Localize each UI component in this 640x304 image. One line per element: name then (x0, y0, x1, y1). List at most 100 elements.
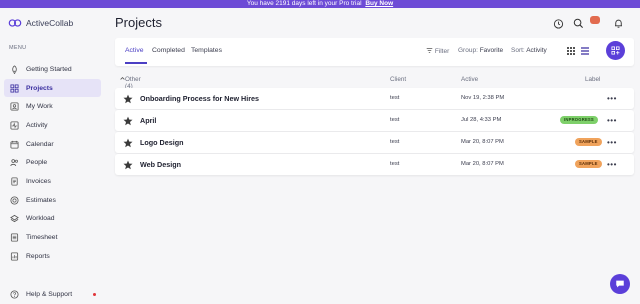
sidebar-item-label: Estimates (26, 196, 56, 204)
project-label-badge[interactable]: SAMPLE (575, 138, 602, 146)
chat-button[interactable] (610, 274, 630, 294)
table-row[interactable]: Logo Design test Mar 20, 8:07 PM SAMPLE … (115, 132, 634, 153)
tab-templates[interactable]: Templates (191, 47, 222, 54)
sidebar-item-label: Projects (26, 84, 53, 92)
calendar-icon (10, 140, 19, 149)
sidebar-item-label: People (26, 159, 48, 167)
project-label-badge[interactable]: INPROGRESS (560, 116, 598, 124)
star-icon[interactable] (123, 116, 133, 126)
sidebar-item-reports[interactable]: Reports (4, 247, 101, 266)
chat-icon (616, 280, 624, 288)
group-label: Group: (458, 47, 478, 54)
group-by-selector[interactable]: Group: Favorite (458, 47, 503, 54)
sort-value: Activity (526, 47, 547, 54)
help-support-label: Help & Support (26, 291, 73, 298)
sort-selector[interactable]: Sort: Activity (511, 47, 547, 54)
sidebar-item-label: Reports (26, 252, 50, 260)
buy-now-link[interactable]: Buy Now (365, 0, 393, 7)
trial-banner: You have 2191 days left in your Pro tria… (0, 0, 640, 8)
sidebar-item-label: Invoices (26, 177, 51, 185)
project-name[interactable]: April (140, 116, 156, 125)
estimate-icon (10, 196, 19, 205)
filter-label: Filter (434, 48, 450, 55)
sidebar-item-calendar[interactable]: Calendar (4, 135, 101, 154)
active-tab-indicator (125, 62, 147, 64)
project-client: test (390, 161, 400, 167)
sidebar-item-workload[interactable]: Workload (4, 210, 101, 229)
top-bar-icons (552, 16, 624, 29)
sidebar-item-label: Calendar (26, 140, 54, 148)
person-icon (10, 102, 19, 111)
sidebar: ActiveCollab MENU Getting Started Projec… (0, 8, 108, 304)
more-options-icon[interactable]: ••• (607, 116, 617, 125)
project-name[interactable]: Logo Design (140, 138, 184, 147)
table-row[interactable]: April test Jul 28, 4:33 PM INPROGRESS ••… (115, 110, 634, 131)
app-name: ActiveCollab (26, 18, 74, 28)
tab-active[interactable]: Active (125, 47, 144, 54)
workload-icon (10, 215, 19, 223)
star-icon[interactable] (123, 94, 133, 104)
project-client: test (390, 117, 400, 123)
table-header: Other (4) Client Active Label (115, 76, 634, 90)
tab-completed[interactable]: Completed (152, 47, 185, 54)
projects-toolbar: Active Completed Templates Filter Group:… (115, 38, 634, 66)
activecollab-logo-icon (8, 19, 22, 27)
sidebar-item-getting-started[interactable]: Getting Started (4, 60, 101, 79)
page-title: Projects (115, 15, 162, 30)
project-client: test (390, 95, 400, 101)
filter-button[interactable]: Filter (426, 47, 449, 55)
sidebar-item-label: Getting Started (26, 65, 72, 73)
sidebar-item-label: Timesheet (26, 234, 58, 242)
star-icon[interactable] (123, 160, 133, 170)
sidebar-item-people[interactable]: People (4, 153, 101, 172)
list-view-icon[interactable] (581, 47, 589, 55)
table-row[interactable]: Web Design test Mar 20, 8:07 PM SAMPLE •… (115, 154, 634, 175)
grid-icon (10, 84, 19, 93)
notification-dot (93, 293, 97, 296)
sidebar-item-activity[interactable]: Activity (4, 116, 101, 135)
column-client[interactable]: Client (390, 76, 406, 83)
invoice-icon (11, 177, 18, 186)
avatar-badge (590, 16, 600, 24)
project-client: test (390, 139, 400, 145)
rocket-icon (12, 65, 17, 74)
more-options-icon[interactable]: ••• (607, 94, 617, 103)
sidebar-item-label: Activity (26, 121, 48, 129)
sidebar-item-my-work[interactable]: My Work (4, 97, 101, 116)
project-active-date: Jul 28, 4:33 PM (461, 117, 502, 123)
help-icon (10, 290, 19, 299)
more-options-icon[interactable]: ••• (607, 138, 617, 147)
sidebar-item-estimates[interactable]: Estimates (4, 191, 101, 210)
project-active-date: Mar 20, 8:07 PM (461, 161, 504, 167)
sidebar-nav: Getting Started Projects My Work Activit… (4, 60, 101, 266)
activity-icon (10, 121, 19, 130)
project-label-badge[interactable]: SAMPLE (575, 160, 602, 168)
table-row[interactable]: Onboarding Process for New Hires test No… (115, 88, 634, 109)
timesheet-icon (10, 233, 19, 242)
group-value: Favorite (479, 47, 504, 54)
sidebar-item-invoices[interactable]: Invoices (4, 172, 101, 191)
search-icon[interactable] (572, 17, 584, 29)
project-name[interactable]: Web Design (140, 160, 181, 169)
app-logo[interactable]: ActiveCollab (8, 16, 73, 30)
project-active-date: Nov 19, 2:38 PM (461, 95, 505, 101)
trial-banner-text: You have 2191 days left in your Pro tria… (246, 0, 362, 7)
grid-view-icon[interactable] (567, 47, 575, 55)
more-options-icon[interactable]: ••• (607, 160, 617, 169)
bell-icon[interactable] (612, 17, 624, 29)
main-content: Projects Active Completed Templates Filt… (108, 8, 640, 304)
add-project-button[interactable] (606, 41, 625, 60)
help-support-link[interactable]: Help & Support (10, 290, 97, 299)
column-label[interactable]: Label (585, 76, 600, 83)
sidebar-item-projects[interactable]: Projects (4, 78, 101, 98)
project-name[interactable]: Onboarding Process for New Hires (140, 94, 259, 103)
project-active-date: Mar 20, 8:07 PM (461, 139, 504, 145)
menu-heading: MENU (9, 45, 27, 51)
group-toggle[interactable]: Other (4) (120, 76, 141, 90)
column-active[interactable]: Active (461, 76, 478, 83)
sidebar-item-timesheet[interactable]: Timesheet (4, 228, 101, 247)
timer-icon[interactable] (552, 17, 564, 29)
star-icon[interactable] (123, 138, 133, 148)
add-grid-icon (611, 46, 620, 55)
user-avatar[interactable] (590, 16, 604, 29)
